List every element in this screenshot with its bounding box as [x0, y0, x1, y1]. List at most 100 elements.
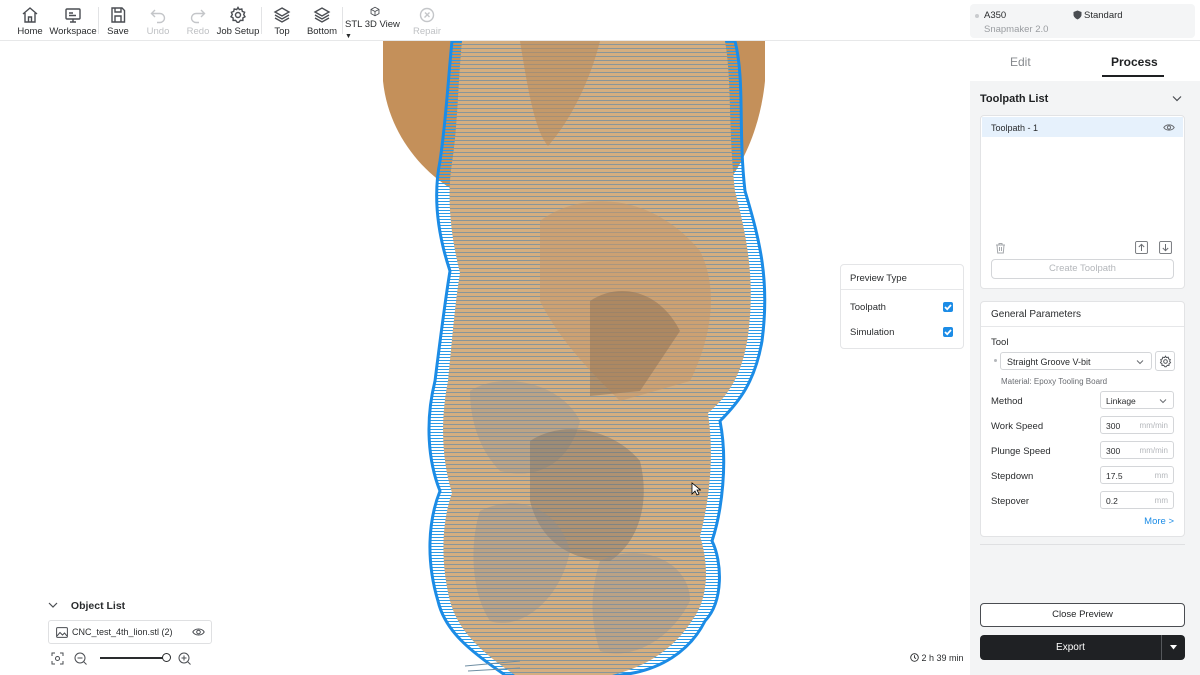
workspace-button[interactable]: Workspace [49, 0, 97, 41]
close-preview-button[interactable]: Close Preview [980, 603, 1185, 627]
stepdown-unit: mm [1154, 471, 1168, 480]
home-icon [22, 7, 38, 23]
export-button[interactable]: Export [980, 635, 1161, 660]
fit-view-icon[interactable] [51, 652, 64, 665]
repair-icon [419, 7, 435, 23]
gear-icon [1159, 355, 1172, 368]
method-value: Linkage [1106, 396, 1136, 406]
machine-selector[interactable]: A350 Snapmaker 2.0 Standard [970, 4, 1195, 38]
repair-button[interactable]: Repair [413, 0, 441, 41]
image-icon [56, 627, 68, 638]
general-parameters-title: General Parameters [991, 309, 1082, 320]
machine-profile: Standard [1084, 10, 1123, 21]
stepover-label: Stepover [991, 496, 1030, 507]
toolpath-list-title: Toolpath List [980, 93, 1049, 105]
plunge-speed-unit: mm/min [1139, 446, 1168, 455]
work-speed-input[interactable]: 300 mm/min [1100, 416, 1174, 434]
stepdown-input[interactable]: 17.5 mm [1100, 466, 1174, 484]
redo-icon [190, 9, 206, 24]
undo-button[interactable]: Undo [144, 0, 172, 41]
tab-process[interactable]: Process [1111, 55, 1158, 69]
eye-icon[interactable] [192, 627, 205, 637]
toolbar-divider [342, 7, 343, 34]
stepdown-label: Stepdown [991, 471, 1034, 482]
toolpath-list-card: Toolpath - 1 Create Toolpath [980, 115, 1185, 289]
job-setup-button[interactable]: Job Setup [216, 0, 260, 41]
zoom-in-icon[interactable] [178, 652, 191, 665]
caret-down-icon [1170, 645, 1177, 650]
toolpath-item-label: Toolpath - 1 [991, 123, 1039, 133]
more-link[interactable]: More > [1144, 516, 1174, 527]
machine-name: Snapmaker 2.0 [984, 24, 1049, 35]
toolbar-divider [261, 7, 262, 34]
bottom-view-button[interactable]: Bottom [304, 0, 340, 41]
top-label: Top [274, 26, 290, 37]
stepover-input[interactable]: 0.2 mm [1100, 491, 1174, 509]
tab-edit[interactable]: Edit [1010, 55, 1031, 69]
move-down-icon[interactable] [1159, 241, 1172, 254]
chevron-down-icon: ▼ [345, 33, 352, 40]
preview-type-panel: Preview Type Toolpath Simulation [840, 264, 964, 349]
chevron-down-icon[interactable] [1172, 95, 1182, 102]
toolpath-checkbox[interactable] [943, 302, 953, 312]
divider [980, 544, 1185, 545]
toolbar-divider [98, 7, 99, 34]
export-dropdown-button[interactable] [1161, 635, 1185, 660]
save-button[interactable]: Save [104, 0, 132, 41]
eye-icon[interactable] [1163, 123, 1175, 132]
object-list-item[interactable]: CNC_test_4th_lion.stl (2) [48, 620, 212, 644]
stepover-unit: mm [1154, 496, 1168, 505]
stl-3d-view-button[interactable]: STL 3D View ▼ [345, 0, 405, 41]
toolpath-option-label: Toolpath [850, 302, 886, 313]
object-list-header[interactable]: Object List [48, 600, 125, 612]
move-up-icon[interactable] [1135, 241, 1148, 254]
home-button[interactable]: Home [16, 0, 44, 41]
machine-model: A350 [974, 10, 1007, 21]
check-icon [944, 329, 952, 336]
shield-icon [1073, 10, 1082, 20]
mouse-cursor-icon [691, 482, 701, 496]
divider [981, 326, 1184, 327]
preview-type-title: Preview Type [850, 273, 907, 284]
layers-icon [273, 7, 291, 23]
active-tab-indicator [1102, 75, 1164, 77]
general-parameters-card: General Parameters Tool Straight Groove … [980, 301, 1185, 537]
save-label: Save [107, 26, 129, 37]
3d-viewport[interactable] [0, 41, 970, 675]
workspace-label: Workspace [49, 26, 97, 37]
plunge-speed-value: 300 [1106, 446, 1121, 456]
work-speed-label: Work Speed [991, 421, 1044, 432]
plunge-speed-label: Plunge Speed [991, 446, 1051, 457]
undo-icon [150, 9, 166, 24]
work-speed-value: 300 [1106, 421, 1121, 431]
panel-tabs: Edit Process [970, 41, 1200, 81]
method-select[interactable]: Linkage [1100, 391, 1174, 409]
material-text: Material: Epoxy Tooling Board [1001, 377, 1108, 386]
tool-settings-button[interactable] [1155, 351, 1175, 371]
estimated-time-value: 2 h 39 min [921, 653, 964, 663]
tool-label: Tool [991, 337, 1009, 348]
chevron-down-icon [1136, 360, 1144, 365]
clock-icon [910, 653, 919, 662]
zoom-out-icon[interactable] [74, 652, 87, 665]
trash-icon[interactable] [995, 242, 1006, 254]
stepover-value: 0.2 [1106, 496, 1118, 506]
check-icon [944, 304, 952, 311]
cube-icon [370, 6, 380, 17]
tool-select[interactable]: Straight Groove V-bit [1000, 352, 1152, 370]
zoom-slider-track[interactable] [100, 657, 170, 659]
toolpath-list-item[interactable]: Toolpath - 1 [982, 117, 1183, 137]
plunge-speed-input[interactable]: 300 mm/min [1100, 441, 1174, 459]
right-panel: Edit Process Toolpath List Toolpath - 1 … [970, 41, 1200, 675]
top-view-button[interactable]: Top [268, 0, 296, 41]
zoom-controls [48, 650, 208, 666]
zoom-slider-handle[interactable] [162, 653, 171, 662]
estimated-time: 2 h 39 min [910, 653, 964, 663]
create-toolpath-button[interactable]: Create Toolpath [991, 259, 1174, 279]
redo-button[interactable]: Redo [184, 0, 212, 41]
method-label: Method [991, 396, 1023, 407]
bullet [994, 359, 997, 362]
simulation-checkbox[interactable] [943, 327, 953, 337]
undo-label: Undo [146, 26, 170, 37]
object-file-name: CNC_test_4th_lion.stl (2) [72, 627, 173, 637]
